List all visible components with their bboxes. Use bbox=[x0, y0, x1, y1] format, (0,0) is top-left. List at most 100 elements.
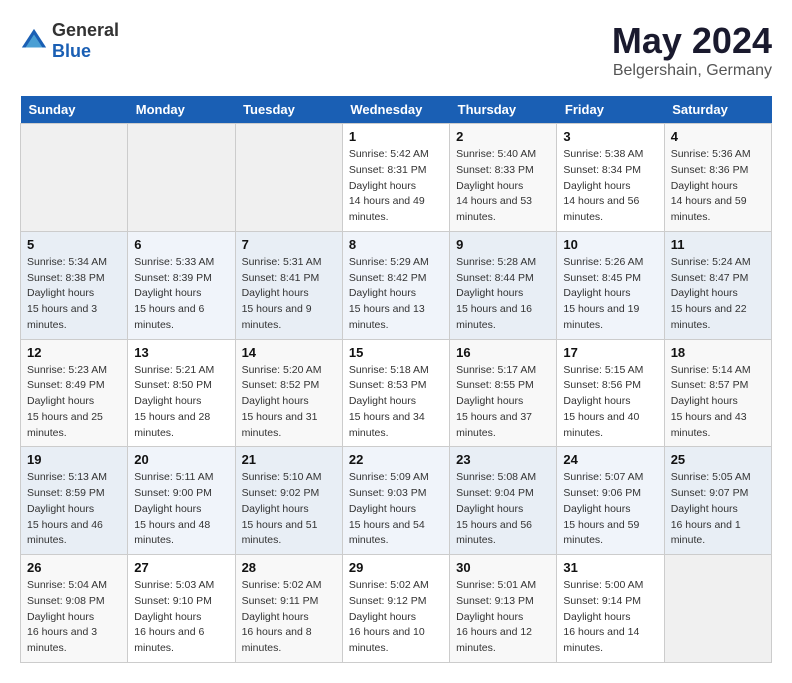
day-number: 29 bbox=[349, 560, 443, 575]
calendar-cell: 2Sunrise: 5:40 AMSunset: 8:33 PMDaylight… bbox=[450, 124, 557, 232]
calendar-cell: 12Sunrise: 5:23 AMSunset: 8:49 PMDayligh… bbox=[21, 339, 128, 447]
day-info: Sunrise: 5:07 AMSunset: 9:06 PMDaylight … bbox=[563, 470, 657, 549]
calendar-week-5: 26 Sunrise: 5:04 AMSunset: 9:08 PMDayligh… bbox=[21, 555, 772, 663]
calendar-cell: 8 Sunrise: 5:29 AMSunset: 8:42 PMDaylight… bbox=[342, 231, 449, 339]
logo-blue: Blue bbox=[52, 41, 91, 61]
day-info: Sunrise: 5:26 AMSunset: 8:45 PMDaylight … bbox=[563, 255, 657, 334]
calendar-week-3: 12Sunrise: 5:23 AMSunset: 8:49 PMDayligh… bbox=[21, 339, 772, 447]
calendar-cell: 31 Sunrise: 5:00 AMSunset: 9:14 PMDayligh… bbox=[557, 555, 664, 663]
calendar-cell: 5 Sunrise: 5:34 AMSunset: 8:38 PMDaylight… bbox=[21, 231, 128, 339]
day-info: Sunrise: 5:29 AMSunset: 8:42 PMDaylight … bbox=[349, 255, 443, 334]
day-number: 10 bbox=[563, 237, 657, 252]
calendar-cell: 18 Sunrise: 5:14 AMSunset: 8:57 PMDayligh… bbox=[664, 339, 771, 447]
day-info: Sunrise: 5:42 AMSunset: 8:31 PMDaylight … bbox=[349, 147, 443, 226]
day-number: 17 bbox=[563, 345, 657, 360]
day-number: 18 bbox=[671, 345, 765, 360]
calendar-cell: 26 Sunrise: 5:04 AMSunset: 9:08 PMDayligh… bbox=[21, 555, 128, 663]
day-number: 6 bbox=[134, 237, 228, 252]
calendar-cell bbox=[21, 124, 128, 232]
day-number: 8 bbox=[349, 237, 443, 252]
weekday-header-row: SundayMondayTuesdayWednesdayThursdayFrid… bbox=[21, 96, 772, 124]
day-info: Sunrise: 5:33 AMSunset: 8:39 PMDaylight … bbox=[134, 255, 228, 334]
day-number: 1 bbox=[349, 129, 443, 144]
day-info: Sunrise: 5:24 AMSunset: 8:47 PMDaylight … bbox=[671, 255, 765, 334]
day-info: Sunrise: 5:05 AMSunset: 9:07 PMDaylight … bbox=[671, 470, 765, 549]
logo: General Blue bbox=[20, 20, 119, 62]
day-info: Sunrise: 5:01 AMSunset: 9:13 PMDaylight … bbox=[456, 578, 550, 657]
day-info: Sunrise: 5:36 AMSunset: 8:36 PMDaylight … bbox=[671, 147, 765, 226]
day-number: 25 bbox=[671, 452, 765, 467]
calendar-cell: 23Sunrise: 5:08 AMSunset: 9:04 PMDayligh… bbox=[450, 447, 557, 555]
calendar-cell: 22Sunrise: 5:09 AMSunset: 9:03 PMDayligh… bbox=[342, 447, 449, 555]
day-info: Sunrise: 5:17 AMSunset: 8:55 PMDaylight … bbox=[456, 363, 550, 442]
logo-icon bbox=[20, 27, 48, 55]
logo-general: General bbox=[52, 20, 119, 40]
title-block: May 2024 Belgershain, Germany bbox=[612, 20, 772, 80]
day-info: Sunrise: 5:03 AMSunset: 9:10 PMDaylight … bbox=[134, 578, 228, 657]
day-number: 4 bbox=[671, 129, 765, 144]
calendar-week-4: 19 Sunrise: 5:13 AMSunset: 8:59 PMDayligh… bbox=[21, 447, 772, 555]
day-info: Sunrise: 5:02 AMSunset: 9:12 PMDaylight … bbox=[349, 578, 443, 657]
calendar-table: SundayMondayTuesdayWednesdayThursdayFrid… bbox=[20, 96, 772, 663]
weekday-header-tuesday: Tuesday bbox=[235, 96, 342, 124]
weekday-header-thursday: Thursday bbox=[450, 96, 557, 124]
weekday-header-wednesday: Wednesday bbox=[342, 96, 449, 124]
calendar-cell bbox=[664, 555, 771, 663]
calendar-cell: 19 Sunrise: 5:13 AMSunset: 8:59 PMDayligh… bbox=[21, 447, 128, 555]
day-number: 19 bbox=[27, 452, 121, 467]
calendar-cell bbox=[235, 124, 342, 232]
day-info: Sunrise: 5:00 AMSunset: 9:14 PMDaylight … bbox=[563, 578, 657, 657]
calendar-cell: 6 Sunrise: 5:33 AMSunset: 8:39 PMDaylight… bbox=[128, 231, 235, 339]
day-number: 7 bbox=[242, 237, 336, 252]
day-info: Sunrise: 5:23 AMSunset: 8:49 PMDaylight … bbox=[27, 363, 121, 442]
calendar-cell: 13 Sunrise: 5:21 AMSunset: 8:50 PMDayligh… bbox=[128, 339, 235, 447]
calendar-cell: 21Sunrise: 5:10 AMSunset: 9:02 PMDayligh… bbox=[235, 447, 342, 555]
day-number: 13 bbox=[134, 345, 228, 360]
day-number: 31 bbox=[563, 560, 657, 575]
day-number: 28 bbox=[242, 560, 336, 575]
day-number: 14 bbox=[242, 345, 336, 360]
day-number: 20 bbox=[134, 452, 228, 467]
day-info: Sunrise: 5:09 AMSunset: 9:03 PMDaylight … bbox=[349, 470, 443, 549]
day-number: 30 bbox=[456, 560, 550, 575]
day-number: 11 bbox=[671, 237, 765, 252]
day-number: 3 bbox=[563, 129, 657, 144]
day-info: Sunrise: 5:10 AMSunset: 9:02 PMDaylight … bbox=[242, 470, 336, 549]
day-number: 15 bbox=[349, 345, 443, 360]
weekday-header-saturday: Saturday bbox=[664, 96, 771, 124]
weekday-header-monday: Monday bbox=[128, 96, 235, 124]
calendar-cell bbox=[128, 124, 235, 232]
day-number: 23 bbox=[456, 452, 550, 467]
day-info: Sunrise: 5:04 AMSunset: 9:08 PMDaylight … bbox=[27, 578, 121, 657]
day-info: Sunrise: 5:28 AMSunset: 8:44 PMDaylight … bbox=[456, 255, 550, 334]
day-info: Sunrise: 5:14 AMSunset: 8:57 PMDaylight … bbox=[671, 363, 765, 442]
calendar-cell: 25 Sunrise: 5:05 AMSunset: 9:07 PMDayligh… bbox=[664, 447, 771, 555]
day-info: Sunrise: 5:02 AMSunset: 9:11 PMDaylight … bbox=[242, 578, 336, 657]
calendar-cell: 14Sunrise: 5:20 AMSunset: 8:52 PMDayligh… bbox=[235, 339, 342, 447]
day-info: Sunrise: 5:34 AMSunset: 8:38 PMDaylight … bbox=[27, 255, 121, 334]
page-header: General Blue May 2024 Belgershain, Germa… bbox=[20, 20, 772, 80]
day-info: Sunrise: 5:21 AMSunset: 8:50 PMDaylight … bbox=[134, 363, 228, 442]
calendar-cell: 10 Sunrise: 5:26 AMSunset: 8:45 PMDayligh… bbox=[557, 231, 664, 339]
day-info: Sunrise: 5:11 AMSunset: 9:00 PMDaylight … bbox=[134, 470, 228, 549]
weekday-header-friday: Friday bbox=[557, 96, 664, 124]
day-info: Sunrise: 5:38 AMSunset: 8:34 PMDaylight … bbox=[563, 147, 657, 226]
calendar-week-2: 5 Sunrise: 5:34 AMSunset: 8:38 PMDaylight… bbox=[21, 231, 772, 339]
calendar-cell: 28 Sunrise: 5:02 AMSunset: 9:11 PMDayligh… bbox=[235, 555, 342, 663]
day-number: 27 bbox=[134, 560, 228, 575]
day-number: 9 bbox=[456, 237, 550, 252]
day-number: 26 bbox=[27, 560, 121, 575]
location: Belgershain, Germany bbox=[612, 62, 772, 80]
day-info: Sunrise: 5:15 AMSunset: 8:56 PMDaylight … bbox=[563, 363, 657, 442]
calendar-cell: 27 Sunrise: 5:03 AMSunset: 9:10 PMDayligh… bbox=[128, 555, 235, 663]
weekday-header-sunday: Sunday bbox=[21, 96, 128, 124]
day-info: Sunrise: 5:31 AMSunset: 8:41 PMDaylight … bbox=[242, 255, 336, 334]
day-number: 2 bbox=[456, 129, 550, 144]
day-number: 5 bbox=[27, 237, 121, 252]
calendar-cell: 15Sunrise: 5:18 AMSunset: 8:53 PMDayligh… bbox=[342, 339, 449, 447]
calendar-cell: 7 Sunrise: 5:31 AMSunset: 8:41 PMDaylight… bbox=[235, 231, 342, 339]
day-number: 16 bbox=[456, 345, 550, 360]
calendar-cell: 24Sunrise: 5:07 AMSunset: 9:06 PMDayligh… bbox=[557, 447, 664, 555]
calendar-cell: 1 Sunrise: 5:42 AMSunset: 8:31 PMDaylight… bbox=[342, 124, 449, 232]
day-info: Sunrise: 5:13 AMSunset: 8:59 PMDaylight … bbox=[27, 470, 121, 549]
